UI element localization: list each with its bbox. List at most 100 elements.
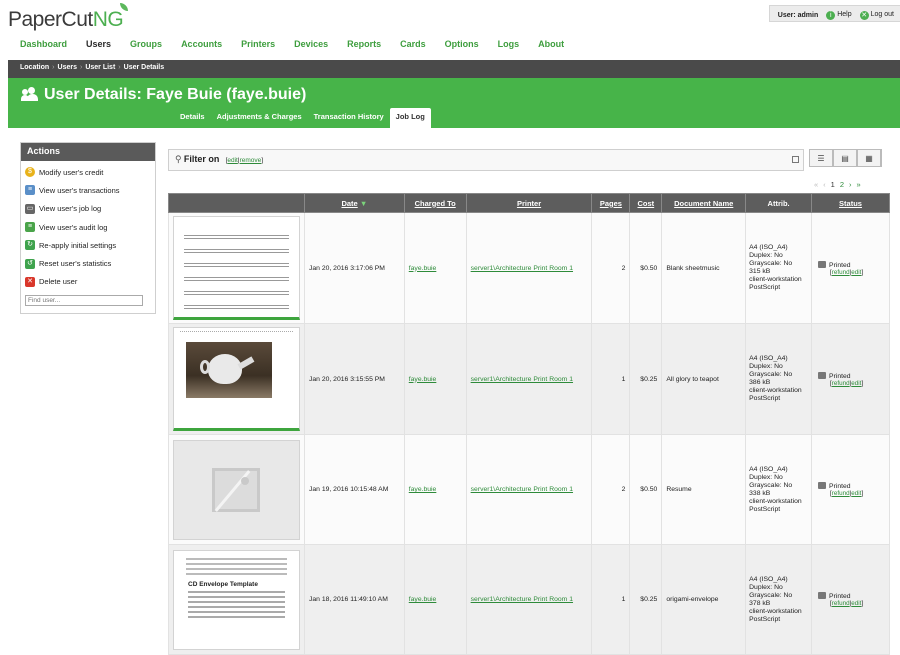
status-sort-link[interactable]: Status	[839, 199, 862, 208]
tab-details[interactable]: Details	[174, 108, 211, 128]
action-label: Re-apply initial settings	[39, 240, 117, 250]
nav-users[interactable]: Users	[86, 39, 111, 49]
attrib-line: 386 kB	[749, 379, 771, 386]
action-re-apply-initial-settings[interactable]: ↻ Re-apply initial settings	[21, 236, 155, 254]
charged-to-sort-link[interactable]: Charged To	[415, 199, 456, 208]
list-view-button[interactable]: ☰	[809, 149, 834, 167]
status-text: Printed	[829, 261, 851, 269]
nav-about[interactable]: About	[538, 39, 564, 49]
page-1[interactable]: 1	[831, 180, 835, 189]
charged-to-link[interactable]: faye.buie	[409, 486, 437, 493]
pages-sort-link[interactable]: Pages	[600, 199, 622, 208]
tab-transaction-history[interactable]: Transaction History	[308, 108, 390, 128]
action-modify-user-s-credit[interactable]: $ Modify user's credit	[21, 163, 155, 181]
nav-printers[interactable]: Printers	[241, 39, 275, 49]
pages-cell: 2	[591, 212, 631, 324]
action-delete-user[interactable]: ✕ Delete user	[21, 273, 155, 291]
document-thumbnail[interactable]	[173, 327, 300, 431]
find-user-input[interactable]	[25, 295, 143, 307]
printer-link[interactable]: server1\Architecture Print Room 1	[471, 265, 573, 272]
edit-link[interactable]: edit	[851, 269, 861, 276]
nav-reports[interactable]: Reports	[347, 39, 381, 49]
action-view-user-s-audit-log[interactable]: ≡ View user's audit log	[21, 218, 155, 236]
cost-sort-link[interactable]: Cost	[638, 199, 655, 208]
papercut-logo[interactable]: PaperCutNG	[8, 3, 128, 32]
attrib-line: 338 kB	[749, 489, 771, 497]
action-view-user-s-job-log[interactable]: ▭ View user's job log	[21, 200, 155, 218]
breadcrumb-item[interactable]: Location	[20, 64, 49, 71]
reapply-icon: ↻	[25, 240, 35, 251]
nav-logs[interactable]: Logs	[498, 39, 520, 49]
first-page-icon[interactable]: «	[814, 180, 818, 189]
nav-devices[interactable]: Devices	[294, 39, 328, 49]
attrib-line: 378 kB	[749, 599, 771, 607]
printer-link[interactable]: server1\Architecture Print Room 1	[471, 596, 573, 603]
document-header[interactable]: Document Name	[661, 193, 747, 213]
printer-sort-link[interactable]: Printer	[517, 199, 541, 208]
list-view-icon: ☰	[809, 149, 833, 167]
grid-view-button[interactable]: ▦	[857, 149, 882, 167]
tab-adjustments-charges[interactable]: Adjustments & Charges	[211, 108, 308, 128]
nav-options[interactable]: Options	[445, 39, 479, 49]
pages-header[interactable]: Pages	[591, 193, 631, 213]
nav-cards[interactable]: Cards	[400, 39, 426, 49]
action-reset-user-s-statistics[interactable]: ↺ Reset user's statistics	[21, 254, 155, 272]
filter-remove-link[interactable]: remove	[240, 157, 262, 164]
printer-header[interactable]: Printer	[465, 193, 593, 213]
edit-link[interactable]: edit	[851, 600, 861, 607]
refund-link[interactable]: refund	[832, 490, 850, 497]
edit-link[interactable]: edit	[851, 490, 861, 497]
attrib-line: Grayscale: No	[749, 371, 793, 378]
document-thumbnail[interactable]	[173, 439, 300, 540]
status-text: Printed	[829, 593, 851, 600]
page-2[interactable]: 2	[840, 180, 844, 189]
charged-to-header[interactable]: Charged To	[403, 193, 467, 213]
attrib-line: PostScript	[749, 284, 781, 291]
edit-link[interactable]: edit	[851, 380, 861, 387]
filter-search-icon: ⚲	[175, 154, 182, 164]
printer-cell: server1\Architecture Print Room 1	[465, 323, 593, 435]
next-page-icon[interactable]: ›	[849, 180, 852, 189]
date-sort-link[interactable]: Date	[341, 199, 357, 208]
cost-header[interactable]: Cost	[629, 193, 663, 213]
breadcrumb-item[interactable]: Users	[58, 64, 77, 71]
current-user-label: User: admin	[777, 11, 819, 19]
status-header[interactable]: Status	[811, 193, 890, 213]
nav-groups[interactable]: Groups	[130, 39, 162, 49]
help-link[interactable]: i Help	[826, 10, 852, 20]
printer-status-icon	[818, 260, 827, 268]
charged-to-link[interactable]: faye.buie	[409, 596, 437, 603]
printer-link[interactable]: server1\Architecture Print Room 1	[471, 376, 573, 383]
breadcrumb-separator-icon: ›	[52, 64, 55, 71]
action-view-user-s-transactions[interactable]: ≡ View user's transactions	[21, 181, 155, 199]
refund-link[interactable]: refund	[832, 380, 850, 387]
document-thumbnail[interactable]	[173, 216, 300, 320]
nav-dashboard[interactable]: Dashboard	[20, 39, 67, 49]
attrib-line: Grayscale: No	[749, 260, 793, 267]
detail-view-button[interactable]: ▤	[833, 149, 858, 167]
tab-job-log[interactable]: Job Log	[389, 108, 431, 128]
attrib-line: A4 (ISO_A4)	[749, 244, 788, 251]
printer-link[interactable]: server1\Architecture Print Room 1	[471, 486, 573, 493]
last-page-icon[interactable]: »	[857, 180, 861, 189]
charged-to-link[interactable]: faye.buie	[409, 265, 437, 272]
charged-to-link[interactable]: faye.buie	[409, 376, 437, 383]
pages-cell: 2	[591, 434, 631, 545]
document-sort-link[interactable]: Document Name	[674, 199, 733, 208]
attrib-line: PostScript	[749, 615, 781, 623]
attrib-line: Duplex: No	[749, 473, 783, 481]
refund-link[interactable]: refund	[832, 600, 850, 607]
nav-accounts[interactable]: Accounts	[181, 39, 222, 49]
printer-status-icon	[818, 371, 827, 379]
prev-page-icon[interactable]: ‹	[823, 180, 826, 189]
date-header[interactable]: Date ▼	[304, 193, 405, 213]
filter-edit-link[interactable]: edit	[227, 157, 237, 164]
attrib-header-label: Attrib.	[767, 198, 790, 208]
filter-toggle-icon[interactable]	[792, 156, 799, 163]
logout-link[interactable]: ✕ Log out	[859, 10, 894, 20]
refund-link[interactable]: refund	[832, 269, 850, 276]
status-cell: Printed [refund|edit]	[811, 212, 890, 324]
attrib-cell: A4 (ISO_A4) Duplex: No Grayscale: No 315 kB…	[745, 212, 813, 324]
breadcrumb-item[interactable]: User List	[85, 64, 115, 71]
document-thumbnail[interactable]: CD Envelope Template	[173, 549, 300, 650]
